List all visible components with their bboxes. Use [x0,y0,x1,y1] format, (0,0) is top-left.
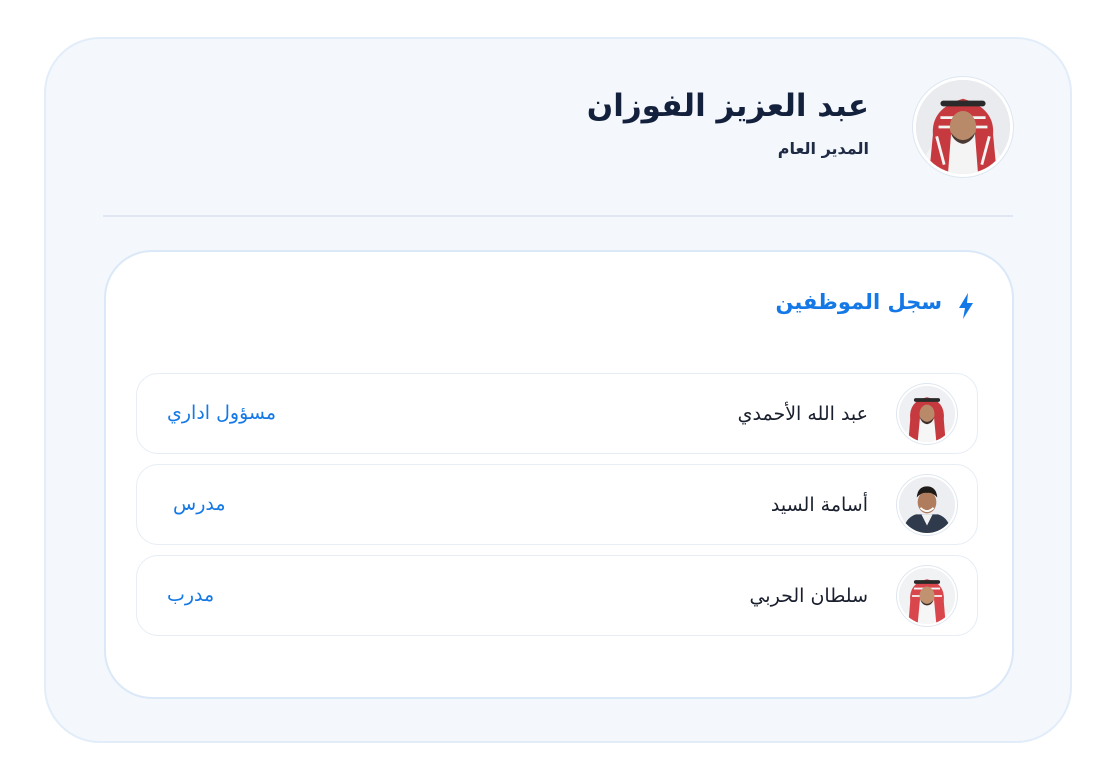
employee-row[interactable]: سلطان الحربي مدرب [136,555,978,636]
person-avatar-icon [916,80,1010,174]
employee-role: مسؤول اداري [167,402,277,424]
employee-role: مدرب [167,584,215,606]
employee-name: أسامة السيد [770,494,868,516]
divider [103,215,1013,217]
employee-row[interactable]: أسامة السيد مدرس [136,464,978,545]
employee-avatar [897,384,957,444]
person-avatar-icon [899,568,955,624]
employee-avatar [897,566,957,626]
person-avatar-icon [899,386,955,442]
person-avatar-icon [899,477,955,533]
lightning-bolt-icon [959,293,973,319]
employee-avatar [897,475,957,535]
manager-avatar [913,77,1013,177]
employee-role: مدرس [173,493,226,515]
employee-name: عبد الله الأحمدي [737,403,868,425]
manager-role: المدير العام [777,139,869,158]
employee-row[interactable]: عبد الله الأحمدي مسؤول اداري [136,373,978,454]
manager-name: عبد العزيز الفوزان [586,88,869,124]
employee-name: سلطان الحربي [749,585,868,607]
panel-title: سجل الموظفين [775,290,942,314]
